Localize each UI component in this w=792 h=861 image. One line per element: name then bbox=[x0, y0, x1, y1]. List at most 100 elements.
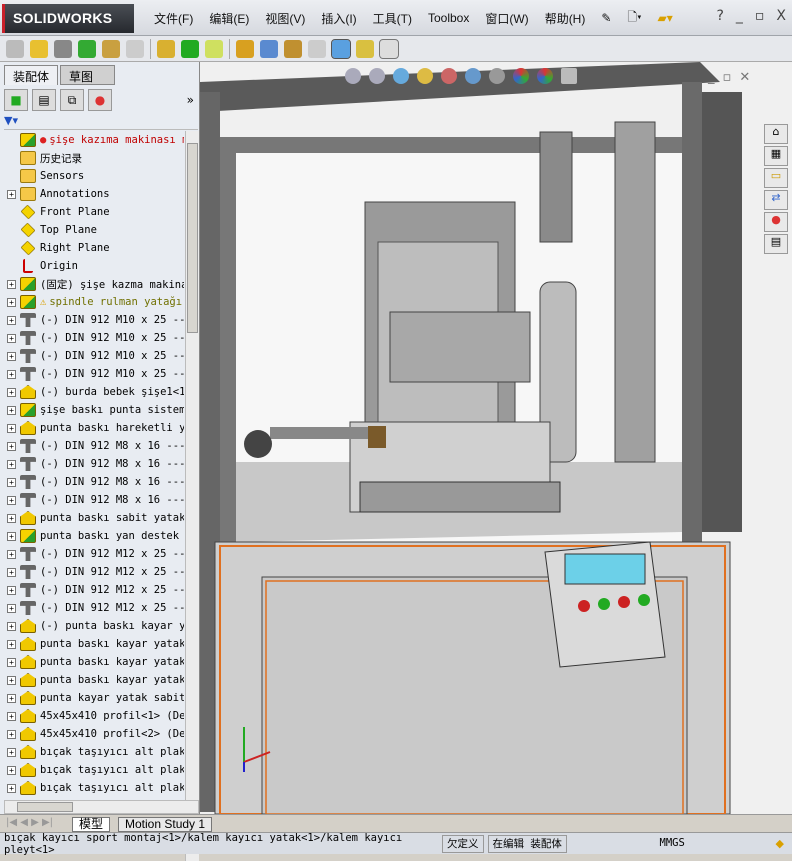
tree-item[interactable]: Origin bbox=[0, 257, 184, 275]
expand-toggle[interactable]: + bbox=[7, 513, 16, 523]
tree-item[interactable]: + punta baskı kayar yatak bbox=[0, 671, 184, 689]
graphics-area[interactable] bbox=[200, 62, 792, 815]
view-palette-icon[interactable]: ⇄ bbox=[764, 190, 788, 210]
tree-item[interactable]: +45x45x410 profil<1> (De bbox=[0, 707, 184, 725]
tree-item[interactable]: + (-) burda bebek şişe1<1> bbox=[0, 383, 184, 401]
tree-item[interactable]: + (-) punta baskı kayar ya bbox=[0, 617, 184, 635]
expand-toggle[interactable]: + bbox=[7, 765, 16, 775]
configuration-manager-icon[interactable]: ⧉ bbox=[60, 89, 84, 111]
menu-insert[interactable]: 插入(I) bbox=[313, 10, 364, 27]
reference-geometry-icon[interactable] bbox=[205, 39, 223, 58]
custom-properties-icon[interactable]: ▤ bbox=[764, 234, 788, 254]
tree-item[interactable]: 历史记录 bbox=[0, 149, 184, 167]
solidworks-resources-icon[interactable]: ⌂ bbox=[764, 124, 788, 144]
status-units[interactable]: MMGS bbox=[571, 835, 689, 853]
menu-view[interactable]: 视图(V) bbox=[257, 10, 313, 27]
tree-item[interactable]: Front Plane bbox=[0, 203, 184, 221]
exploded-view-icon[interactable] bbox=[284, 39, 302, 58]
expand-toggle[interactable]: + bbox=[7, 675, 16, 685]
mate-icon[interactable] bbox=[54, 39, 72, 58]
expand-toggle[interactable]: + bbox=[7, 747, 16, 757]
expand-toggle[interactable]: + bbox=[7, 333, 16, 343]
rebuild-tip-icon[interactable]: ◆ bbox=[776, 837, 784, 850]
filter-icon[interactable]: ▼▾ bbox=[4, 114, 198, 130]
explode-line-sketch-icon[interactable] bbox=[308, 39, 326, 58]
property-manager-icon[interactable]: ▤ bbox=[32, 89, 56, 111]
scroll-thumb[interactable] bbox=[187, 143, 198, 333]
tree-item[interactable]: + bıçak taşıyıcı alt plaka y bbox=[0, 779, 184, 797]
menu-file[interactable]: 文件(F) bbox=[146, 10, 201, 27]
bill-of-materials-icon[interactable] bbox=[260, 39, 278, 58]
expand-toggle[interactable]: + bbox=[7, 423, 16, 433]
more-tabs-button[interactable]: » bbox=[187, 93, 194, 107]
tree-item[interactable]: + (-) DIN 912 M8 x 16 --- bbox=[0, 491, 184, 509]
pin-icon[interactable]: ✎ bbox=[593, 11, 619, 25]
viewport-minimize-button[interactable]: _ bbox=[708, 70, 715, 85]
tree-item[interactable]: + (-) DIN 912 M8 x 16 --- bbox=[0, 455, 184, 473]
new-document-icon[interactable]: 🗋▾ bbox=[619, 8, 649, 29]
tree-item[interactable]: + (-) DIN 912 M10 x 25 --- bbox=[0, 365, 184, 383]
edit-appearance-icon[interactable] bbox=[513, 68, 529, 84]
tree-item[interactable]: + (-) DIN 912 M12 x 25 --- bbox=[0, 563, 184, 581]
expand-toggle[interactable]: + bbox=[7, 621, 16, 631]
tree-item[interactable]: ●şişe kazıma makinası montaj bbox=[0, 131, 184, 149]
expand-toggle[interactable]: + bbox=[7, 585, 16, 595]
section-view-icon[interactable] bbox=[417, 68, 433, 84]
tree-item[interactable]: + (-) DIN 912 M10 x 25 --- bbox=[0, 347, 184, 365]
expand-toggle[interactable]: + bbox=[7, 567, 16, 577]
tab-motion-study[interactable]: Motion Study 1 bbox=[118, 817, 213, 832]
tree-item[interactable]: + bıçak taşıyıcı alt plaka y bbox=[0, 743, 184, 761]
instant3d-icon[interactable] bbox=[379, 38, 399, 59]
expand-toggle[interactable]: + bbox=[7, 495, 16, 505]
tree-item[interactable]: + (-) DIN 912 M12 x 25 --- bbox=[0, 581, 184, 599]
display-style-icon[interactable] bbox=[465, 68, 481, 84]
file-explorer-icon[interactable]: ▭ bbox=[764, 168, 788, 188]
tree-item[interactable]: + punta baskı kayar yatak bbox=[0, 635, 184, 653]
tree-item[interactable]: +45x45x410 profil<2> (De bbox=[0, 725, 184, 743]
tab-model[interactable]: 模型 bbox=[72, 817, 111, 832]
expand-toggle[interactable]: + bbox=[7, 477, 16, 487]
expand-toggle[interactable]: + bbox=[7, 783, 16, 793]
new-motion-study-icon[interactable] bbox=[236, 39, 254, 58]
tree-item[interactable]: + punta kayar yatak sabit bbox=[0, 689, 184, 707]
menu-tools[interactable]: 工具(T) bbox=[365, 10, 420, 27]
design-library-icon[interactable]: ▦ bbox=[764, 146, 788, 166]
appearances-icon[interactable]: ● bbox=[764, 212, 788, 232]
hide-show-items-icon[interactable] bbox=[489, 68, 505, 84]
display-manager-icon[interactable]: ● bbox=[88, 89, 112, 111]
tree-item[interactable]: + punta baskı yan destek m bbox=[0, 527, 184, 545]
apply-scene-icon[interactable] bbox=[537, 68, 553, 84]
tree-item[interactable]: + (-) DIN 912 M10 x 25 --- bbox=[0, 311, 184, 329]
tree-item[interactable]: + Annotations bbox=[0, 185, 184, 203]
help-button[interactable]: ? bbox=[716, 8, 723, 24]
expand-toggle[interactable]: + bbox=[7, 603, 16, 613]
tab-sketch[interactable]: 草图 bbox=[60, 65, 115, 85]
linear-pattern-icon[interactable] bbox=[78, 39, 96, 58]
tree-item[interactable]: + şişe baskı punta sistemi bbox=[0, 401, 184, 419]
tree-item[interactable]: + (-) DIN 912 M10 x 25 --- bbox=[0, 329, 184, 347]
interference-detection-icon[interactable] bbox=[331, 38, 351, 59]
view-settings-icon[interactable] bbox=[561, 68, 577, 84]
tree-item[interactable]: + punta baskı hareketli yatak bbox=[0, 419, 184, 437]
close-button[interactable]: X bbox=[776, 8, 786, 24]
move-component-icon[interactable] bbox=[126, 39, 144, 58]
solidworks-logo[interactable]: SOLIDWORKS bbox=[2, 4, 134, 33]
tree-item[interactable]: + (-) DIN 912 M12 x 25 --- bbox=[0, 545, 184, 563]
feature-manager-icon[interactable]: ■ bbox=[4, 89, 28, 111]
view-orientation-icon[interactable] bbox=[441, 68, 457, 84]
tree-item[interactable]: Sensors bbox=[0, 167, 184, 185]
show-hidden-icon[interactable] bbox=[157, 39, 175, 58]
expand-toggle[interactable]: + bbox=[7, 279, 16, 289]
expand-toggle[interactable]: + bbox=[7, 639, 16, 649]
tree-horizontal-scrollbar[interactable] bbox=[4, 800, 199, 814]
expand-toggle[interactable]: + bbox=[7, 441, 16, 451]
expand-toggle[interactable]: + bbox=[7, 405, 16, 415]
expand-toggle[interactable]: + bbox=[7, 387, 16, 397]
previous-view-icon[interactable] bbox=[393, 68, 409, 84]
tab-navigation-arrows[interactable]: |◀ ◀ ▶ ▶| bbox=[6, 817, 53, 828]
menu-window[interactable]: 窗口(W) bbox=[477, 10, 536, 27]
expand-toggle[interactable]: + bbox=[7, 693, 16, 703]
zoom-to-fit-icon[interactable] bbox=[345, 68, 361, 84]
tree-item[interactable]: Right Plane bbox=[0, 239, 184, 257]
menu-edit[interactable]: 编辑(E) bbox=[201, 10, 257, 27]
